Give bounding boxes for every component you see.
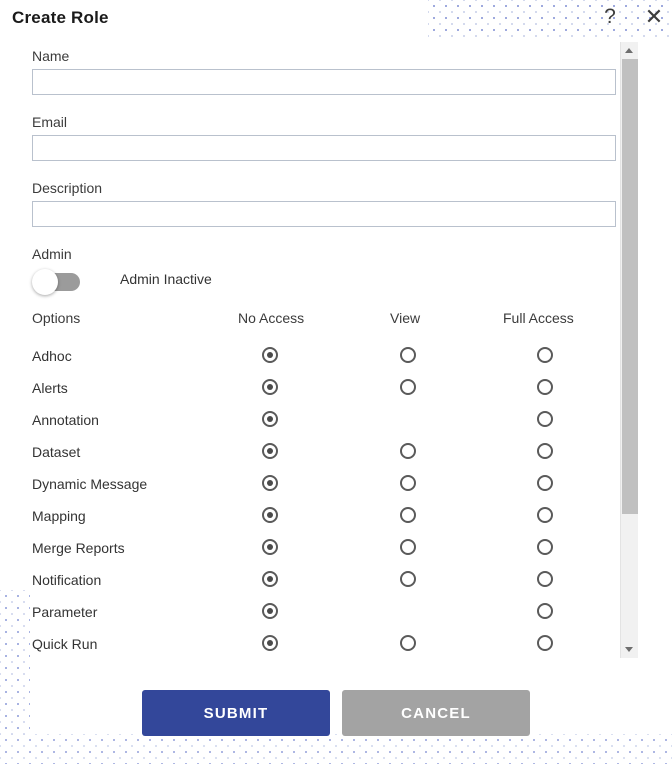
- admin-toggle-switch[interactable]: [32, 269, 80, 295]
- radio-full-access[interactable]: [537, 379, 553, 395]
- radio-full-access[interactable]: [537, 411, 553, 427]
- radio-full-access[interactable]: [537, 475, 553, 491]
- email-input[interactable]: [32, 135, 616, 161]
- permission-row-label: Adhoc: [32, 348, 72, 364]
- triangle-down-icon[interactable]: [621, 641, 638, 658]
- cancel-button[interactable]: CANCEL: [342, 690, 530, 736]
- permission-row-label: Quick Run: [32, 636, 98, 652]
- permission-row-label: Alerts: [32, 380, 68, 396]
- column-header-options: Options: [32, 310, 81, 326]
- permission-row-label: Merge Reports: [32, 540, 125, 556]
- radio-view[interactable]: [400, 635, 416, 651]
- radio-view[interactable]: [400, 571, 416, 587]
- description-label: Description: [32, 180, 103, 196]
- permission-row: Notification: [0, 566, 620, 598]
- column-header-view: View: [390, 310, 421, 326]
- permission-row: Adhoc: [0, 342, 620, 374]
- permission-row-label: Parameter: [32, 604, 98, 620]
- radio-no-access[interactable]: [262, 539, 278, 555]
- radio-view[interactable]: [400, 507, 416, 523]
- dialog-header: Create Role ? ✕: [0, 0, 672, 38]
- permission-row-label: Dynamic Message: [32, 476, 148, 492]
- radio-no-access[interactable]: [262, 603, 278, 619]
- radio-view[interactable]: [400, 539, 416, 555]
- radio-view[interactable]: [400, 379, 416, 395]
- radio-no-access[interactable]: [262, 379, 278, 395]
- radio-full-access[interactable]: [537, 571, 553, 587]
- radio-no-access[interactable]: [262, 507, 278, 523]
- permission-row: Annotation: [0, 406, 620, 438]
- triangle-up-icon[interactable]: [621, 42, 638, 59]
- radio-full-access[interactable]: [537, 347, 553, 363]
- permission-row: Alerts: [0, 374, 620, 406]
- create-role-form: Name Email Description Admin Admin Inact…: [0, 38, 620, 658]
- permission-row: Mapping: [0, 502, 620, 534]
- column-header-full-access: Full Access: [503, 310, 574, 326]
- close-icon[interactable]: ✕: [642, 5, 666, 29]
- permission-row: Merge Reports: [0, 534, 620, 566]
- name-label: Name: [32, 48, 70, 64]
- radio-no-access[interactable]: [262, 571, 278, 587]
- name-input[interactable]: [32, 69, 616, 95]
- radio-view[interactable]: [400, 347, 416, 363]
- radio-no-access[interactable]: [262, 347, 278, 363]
- permission-row-label: Mapping: [32, 508, 86, 524]
- permission-row: Dynamic Message: [0, 470, 620, 502]
- radio-full-access[interactable]: [537, 507, 553, 523]
- email-label: Email: [32, 114, 68, 130]
- radio-no-access[interactable]: [262, 475, 278, 491]
- radio-full-access[interactable]: [537, 603, 553, 619]
- help-icon[interactable]: ?: [598, 5, 622, 29]
- permission-row: Quick Run: [0, 630, 620, 662]
- radio-view[interactable]: [400, 443, 416, 459]
- radio-no-access[interactable]: [262, 635, 278, 651]
- vertical-scrollbar[interactable]: [620, 42, 638, 658]
- radio-full-access[interactable]: [537, 635, 553, 651]
- permission-row-label: Dataset: [32, 444, 81, 460]
- scrollbar-thumb[interactable]: [622, 59, 638, 514]
- radio-full-access[interactable]: [537, 539, 553, 555]
- permission-row-label: Annotation: [32, 412, 99, 428]
- submit-button[interactable]: SUBMIT: [142, 690, 330, 736]
- admin-label: Admin: [32, 246, 72, 262]
- radio-no-access[interactable]: [262, 443, 278, 459]
- description-input[interactable]: [32, 201, 616, 227]
- radio-no-access[interactable]: [262, 411, 278, 427]
- radio-view[interactable]: [400, 475, 416, 491]
- permission-row: Parameter: [0, 598, 620, 630]
- page-title: Create Role: [12, 8, 109, 27]
- admin-toggle-knob: [32, 269, 58, 295]
- permission-row-label: Notification: [32, 572, 102, 588]
- footer-actions: SUBMIT CANCEL: [0, 690, 672, 740]
- column-header-no-access: No Access: [238, 310, 305, 326]
- admin-toggle-status-text: Admin Inactive: [120, 271, 212, 287]
- permission-row: Dataset: [0, 438, 620, 470]
- radio-full-access[interactable]: [537, 443, 553, 459]
